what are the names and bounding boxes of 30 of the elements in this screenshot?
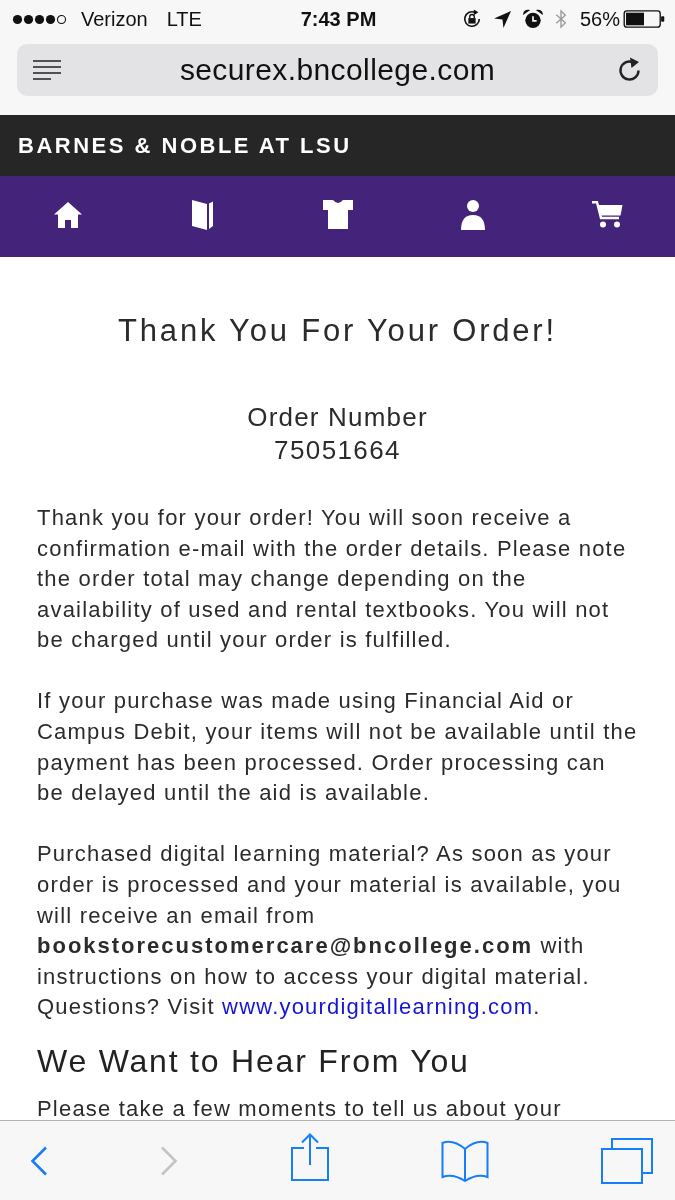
order-number-label: Order Number xyxy=(246,401,429,434)
battery-icon xyxy=(623,10,665,28)
home-icon[interactable] xyxy=(53,201,82,228)
clock-time: 7:43 PM xyxy=(300,7,377,31)
tshirt-icon[interactable] xyxy=(322,200,353,229)
address-bar[interactable]: securex.bncollege.com xyxy=(17,44,658,96)
body-paragraph: If your purchase was made using Financial Aid or Campus Debit, your items will not be available until the payment has been processed. Order processing can be delayed until the aid is available. xyxy=(37,687,638,808)
location-arrow-icon xyxy=(493,10,511,28)
person-icon[interactable] xyxy=(460,199,485,230)
alarm-clock-icon xyxy=(522,9,543,29)
body-paragraph: Purchased digital learning material? As soon as your order is processed and your material is available, you will receive an email from bookstorecustomercare@bncollege.com with instructions on how to access your digital material. Questions? Visit www.yourdigitallearning.com. xyxy=(37,840,623,1022)
battery-percent: 56% xyxy=(579,7,620,31)
book-icon[interactable] xyxy=(191,199,214,230)
carrier-name: Verizon xyxy=(81,7,148,31)
cart-icon[interactable] xyxy=(592,201,623,228)
rotation-lock-icon xyxy=(461,9,482,29)
overlapping-squares-icon[interactable] xyxy=(601,1137,653,1184)
order-number: 75051664 xyxy=(273,434,402,467)
signal-icon xyxy=(12,13,67,25)
body-paragraph: Please take a few moments to tell us about your xyxy=(37,1094,563,1120)
reader-icon[interactable] xyxy=(33,60,61,80)
body-paragraph: Thank you for your order! You will soon receive a confirmation e-mail with the order details. Please note the order total may change depending on the availability of used and rental textbooks. You will not be charged until your order is fulfilled. xyxy=(37,504,628,655)
website-link[interactable]: www.yourdigitallearning.com xyxy=(222,994,534,1020)
section-heading: We Want to Hear From You xyxy=(37,1042,471,1079)
page-title: Thank You For Your Order! xyxy=(117,313,558,349)
chevron-left-icon[interactable] xyxy=(30,1145,48,1176)
network-type: LTE xyxy=(166,7,202,31)
store-name[interactable]: BARNES & NOBLE AT LSU xyxy=(18,132,352,159)
share-icon[interactable] xyxy=(290,1132,329,1181)
reload-icon[interactable] xyxy=(618,57,642,83)
